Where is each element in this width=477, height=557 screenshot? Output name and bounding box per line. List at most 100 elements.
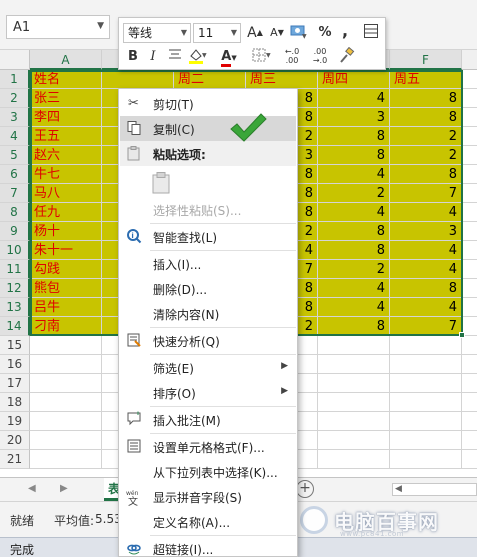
table-cell[interactable] (30, 336, 102, 355)
table-cell[interactable] (462, 184, 477, 203)
table-cell[interactable] (462, 165, 477, 184)
row-header[interactable]: 1 (0, 70, 30, 89)
paste-option-button[interactable] (120, 167, 296, 197)
menu-item-show-phonetic[interactable]: wén 文 显示拼音字段(S) (120, 484, 296, 509)
table-cell[interactable]: 8 (318, 317, 390, 336)
row-header[interactable]: 19 (0, 412, 30, 431)
horizontal-scrollbar[interactable]: ◀ (392, 483, 477, 496)
prev-sheet-icon[interactable]: ◀ (28, 483, 36, 494)
chevron-down-icon[interactable]: ▼ (181, 24, 187, 42)
table-cell[interactable] (462, 393, 477, 412)
header-cell[interactable]: 周三 (246, 70, 318, 89)
table-cell[interactable]: 牛七 (30, 165, 102, 184)
row-header[interactable]: 2 (0, 89, 30, 108)
column-header-a[interactable]: A (30, 50, 102, 70)
increase-decimal-button[interactable]: ←.0 .00 (279, 47, 305, 67)
menu-item-pick-from-list[interactable]: 从下拉列表中选择(K)... (120, 459, 296, 484)
menu-item-clear-contents[interactable]: 清除内容(N) (120, 301, 296, 326)
table-cell[interactable]: 任九 (30, 203, 102, 222)
accounting-format-icon[interactable]: ▼ (289, 23, 309, 43)
header-cell[interactable]: 周五 (390, 70, 462, 89)
row-header[interactable]: 16 (0, 355, 30, 374)
decrease-decimal-button[interactable]: .00 →.0 (307, 47, 333, 67)
menu-item-format-cells[interactable]: 设置单元格格式(F)... (120, 434, 296, 459)
table-cell[interactable]: 2 (318, 260, 390, 279)
table-cell[interactable]: 3 (318, 108, 390, 127)
row-header[interactable]: 10 (0, 241, 30, 260)
menu-item-copy[interactable]: 复制(C) (120, 116, 296, 141)
menu-item-quick-analysis[interactable]: 快速分析(Q) (120, 328, 296, 353)
align-center-icon[interactable] (165, 47, 185, 67)
row-header[interactable]: 14 (0, 317, 30, 336)
table-cell[interactable]: 8 (390, 108, 462, 127)
row-header[interactable]: 21 (0, 450, 30, 469)
name-box[interactable]: A1 ▼ (6, 15, 110, 39)
table-cell[interactable]: 7 (390, 317, 462, 336)
table-cell[interactable] (462, 146, 477, 165)
table-cell[interactable] (390, 450, 462, 469)
table-cell[interactable] (462, 127, 477, 146)
table-cell[interactable] (462, 203, 477, 222)
menu-item-paste-special[interactable]: 选择性粘贴(S)... (120, 197, 296, 222)
table-cell[interactable] (462, 450, 477, 469)
font-name-select[interactable]: 等线 ▼ (123, 23, 191, 43)
table-cell[interactable] (30, 412, 102, 431)
menu-item-cut[interactable]: ✂ 剪切(T) (120, 91, 296, 116)
table-cell[interactable]: 王五 (30, 127, 102, 146)
table-cell[interactable] (30, 393, 102, 412)
table-cell[interactable] (462, 108, 477, 127)
table-cell[interactable]: 8 (318, 222, 390, 241)
menu-item-hyperlink[interactable]: 超链接(I)... (120, 536, 296, 557)
format-painter-table-icon[interactable] (361, 23, 381, 43)
table-cell[interactable] (462, 374, 477, 393)
table-cell[interactable]: 刁南 (30, 317, 102, 336)
chevron-down-icon[interactable]: ▼ (97, 21, 104, 31)
table-cell[interactable] (462, 260, 477, 279)
table-cell[interactable] (462, 70, 477, 89)
row-header[interactable]: 11 (0, 260, 30, 279)
table-cell[interactable]: 杨十 (30, 222, 102, 241)
table-cell[interactable]: 8 (390, 279, 462, 298)
grow-font-button[interactable]: A▲ (245, 23, 265, 43)
column-header-overflow[interactable] (462, 50, 477, 70)
table-cell[interactable]: 4 (390, 203, 462, 222)
chevron-down-icon[interactable]: ▼ (231, 24, 237, 42)
shrink-font-button[interactable]: A▼ (267, 23, 287, 43)
row-header[interactable]: 9 (0, 222, 30, 241)
table-cell[interactable]: 朱十一 (30, 241, 102, 260)
table-cell[interactable] (30, 355, 102, 374)
table-cell[interactable] (462, 241, 477, 260)
table-cell[interactable] (390, 355, 462, 374)
menu-item-insert[interactable]: 插入(I)... (120, 251, 296, 276)
row-header[interactable]: 4 (0, 127, 30, 146)
table-cell[interactable]: 2 (318, 184, 390, 203)
table-cell[interactable] (390, 393, 462, 412)
row-header[interactable]: 6 (0, 165, 30, 184)
table-cell[interactable]: 张三 (30, 89, 102, 108)
table-cell[interactable]: 2 (390, 127, 462, 146)
add-sheet-icon[interactable]: + (296, 480, 314, 498)
table-cell[interactable]: 赵六 (30, 146, 102, 165)
row-header[interactable]: 12 (0, 279, 30, 298)
table-cell[interactable]: 勾践 (30, 260, 102, 279)
table-cell[interactable] (462, 298, 477, 317)
row-header[interactable]: 17 (0, 374, 30, 393)
comma-style-button[interactable]: , (335, 21, 355, 41)
table-cell[interactable] (390, 431, 462, 450)
select-all-corner[interactable] (0, 50, 30, 70)
column-header-f[interactable]: F (390, 50, 462, 70)
italic-button[interactable]: I (143, 47, 163, 67)
table-cell[interactable]: 2 (390, 146, 462, 165)
row-header[interactable]: 15 (0, 336, 30, 355)
row-header[interactable]: 13 (0, 298, 30, 317)
table-cell[interactable] (318, 431, 390, 450)
table-cell[interactable]: 4 (318, 203, 390, 222)
table-cell[interactable]: 4 (390, 260, 462, 279)
font-size-select[interactable]: 11 ▼ (193, 23, 241, 43)
menu-item-delete[interactable]: 删除(D)... (120, 276, 296, 301)
table-cell[interactable]: 4 (390, 241, 462, 260)
table-cell[interactable]: 4 (390, 298, 462, 317)
table-cell[interactable] (318, 412, 390, 431)
table-cell[interactable] (318, 336, 390, 355)
table-cell[interactable]: 4 (318, 165, 390, 184)
